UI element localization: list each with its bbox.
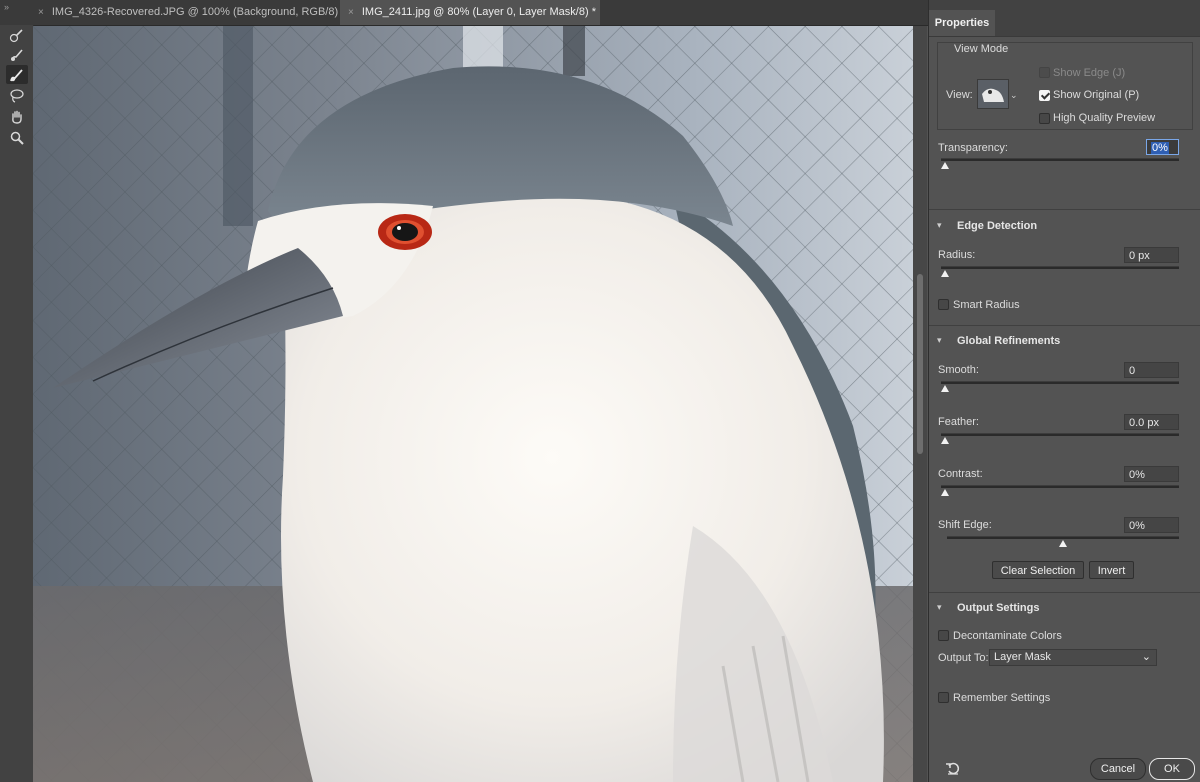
- document-tab-img-2411[interactable]: × IMG_2411.jpg @ 80% (Layer 0, Layer Mask…: [340, 0, 600, 25]
- lasso-icon[interactable]: [6, 86, 28, 105]
- output-to-label: Output To:: [938, 652, 989, 664]
- contrast-field[interactable]: 0%: [1124, 466, 1179, 482]
- zoom-icon[interactable]: [6, 128, 28, 147]
- smart-radius-label: Smart Radius: [953, 299, 1020, 311]
- radius-field[interactable]: 0 px: [1124, 247, 1179, 263]
- view-mode-picker[interactable]: [977, 79, 1009, 109]
- decontaminate-colors-label: Decontaminate Colors: [953, 630, 1062, 642]
- chevron-down-icon[interactable]: ⌄: [1010, 90, 1018, 101]
- shift-edge-slider-thumb[interactable]: [1059, 540, 1067, 547]
- output-to-value: Layer Mask: [994, 651, 1051, 663]
- invert-button[interactable]: Invert: [1089, 561, 1134, 579]
- show-edge-checkbox[interactable]: [1039, 67, 1050, 78]
- reset-icon[interactable]: [945, 760, 961, 779]
- properties-panel: Properties View Mode View: ⌄ Show Edge (…: [928, 0, 1200, 782]
- tools-bar: [0, 25, 34, 782]
- remember-settings-label: Remember Settings: [953, 692, 1051, 704]
- clear-selection-button[interactable]: Clear Selection: [992, 561, 1084, 579]
- tab-title: IMG_2411.jpg @ 80% (Layer 0, Layer Mask/…: [361, 6, 596, 18]
- output-settings-title[interactable]: Output Settings: [957, 602, 1040, 614]
- document-canvas[interactable]: [33, 26, 913, 782]
- panel-header: Properties: [929, 0, 1200, 37]
- quick-selection-brush-icon[interactable]: [6, 25, 28, 44]
- view-label: View:: [946, 89, 973, 101]
- contrast-label: Contrast:: [938, 468, 983, 480]
- radius-slider-track[interactable]: [941, 266, 1179, 269]
- close-tab-icon[interactable]: ×: [38, 7, 44, 18]
- collapse-panels-icon[interactable]: »: [4, 2, 9, 12]
- transparency-label: Transparency:: [938, 142, 1008, 154]
- heron-photo: [33, 26, 913, 782]
- edge-detection-title[interactable]: Edge Detection: [957, 220, 1037, 232]
- chevron-down-icon[interactable]: ▾: [937, 602, 942, 613]
- cancel-button[interactable]: Cancel: [1090, 758, 1146, 780]
- feather-slider-track[interactable]: [941, 433, 1179, 436]
- tab-properties[interactable]: Properties: [929, 10, 995, 36]
- show-original-checkbox[interactable]: [1039, 90, 1050, 101]
- scrollbar-thumb[interactable]: [917, 274, 923, 454]
- shift-edge-label: Shift Edge:: [938, 519, 992, 531]
- transparency-slider-thumb[interactable]: [941, 162, 949, 169]
- feather-slider-thumb[interactable]: [941, 437, 949, 444]
- shift-edge-field[interactable]: 0%: [1124, 517, 1179, 533]
- smart-radius-checkbox[interactable]: [938, 299, 949, 310]
- chevron-down-icon: ⌄: [1141, 651, 1151, 663]
- section-divider: [929, 209, 1200, 210]
- feather-field[interactable]: 0.0 px: [1124, 414, 1179, 430]
- smooth-slider-track[interactable]: [941, 381, 1179, 384]
- section-divider: [929, 592, 1200, 593]
- decontaminate-colors-checkbox[interactable]: [938, 630, 949, 641]
- feather-label: Feather:: [938, 416, 979, 428]
- refine-edge-brush-icon[interactable]: [6, 45, 28, 64]
- show-edge-label: Show Edge (J): [1053, 67, 1126, 79]
- high-quality-preview-label: High Quality Preview: [1053, 112, 1156, 124]
- transparency-slider-track[interactable]: [941, 158, 1179, 161]
- document-tab-bar: » × IMG_4326-Recovered.JPG @ 100% (Backgr…: [0, 0, 928, 26]
- ok-button[interactable]: OK: [1149, 758, 1195, 780]
- document-tab-img-4326[interactable]: × IMG_4326-Recovered.JPG @ 100% (Backgrou…: [38, 0, 345, 25]
- contrast-slider-track[interactable]: [941, 485, 1179, 488]
- smooth-label: Smooth:: [938, 364, 979, 376]
- transparency-field[interactable]: 0%: [1146, 139, 1179, 155]
- high-quality-preview-checkbox[interactable]: [1039, 113, 1050, 124]
- show-original-label: Show Original (P): [1053, 89, 1140, 101]
- output-to-dropdown[interactable]: Layer Mask ⌄: [989, 649, 1157, 666]
- hand-icon[interactable]: [6, 107, 28, 126]
- shift-edge-slider-track[interactable]: [947, 536, 1179, 539]
- canvas-vertical-scrollbar[interactable]: [913, 26, 927, 782]
- smooth-slider-thumb[interactable]: [941, 385, 949, 392]
- contrast-slider-thumb[interactable]: [941, 489, 949, 496]
- chevron-down-icon[interactable]: ▾: [937, 220, 942, 231]
- remember-settings-checkbox[interactable]: [938, 692, 949, 703]
- section-divider: [929, 325, 1200, 326]
- radius-label: Radius:: [938, 249, 976, 261]
- radius-slider-thumb[interactable]: [941, 270, 949, 277]
- brush-icon[interactable]: [6, 65, 28, 84]
- chevron-down-icon[interactable]: ▾: [937, 335, 942, 346]
- smooth-field[interactable]: 0: [1124, 362, 1179, 378]
- global-refinements-title[interactable]: Global Refinements: [957, 335, 1060, 347]
- tab-title: IMG_4326-Recovered.JPG @ 100% (Backgroun…: [51, 6, 346, 18]
- close-tab-icon[interactable]: ×: [348, 7, 354, 18]
- view-mode-heading: View Mode: [954, 43, 1009, 55]
